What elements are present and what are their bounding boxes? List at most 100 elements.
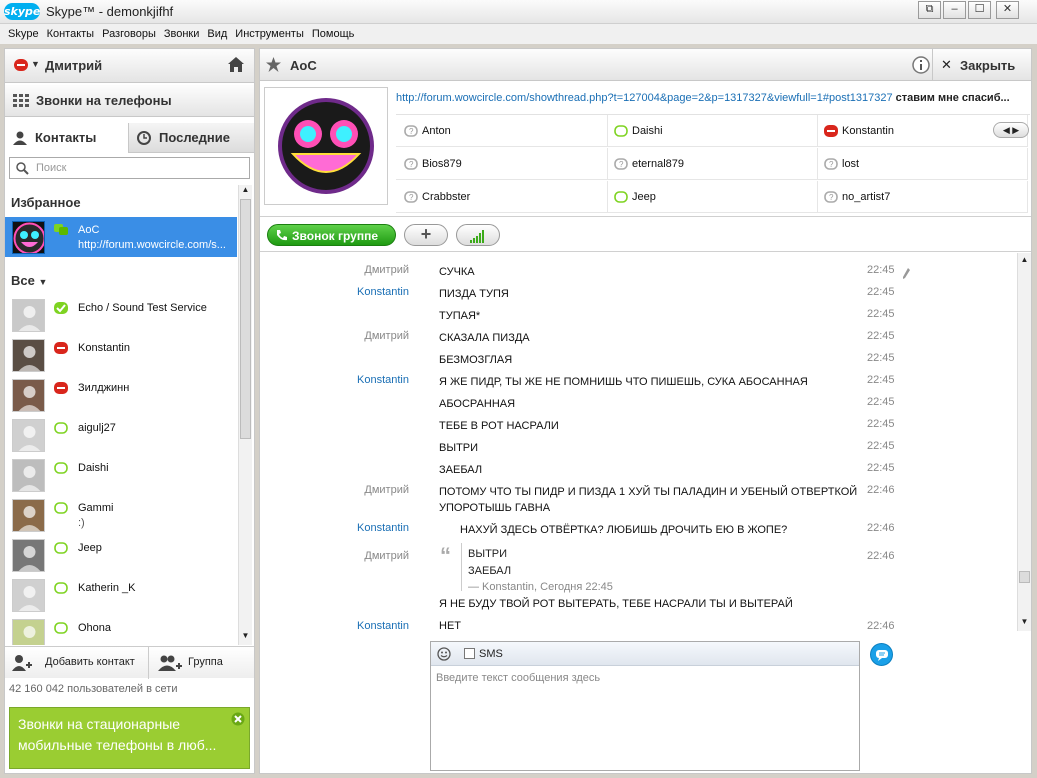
message-row: БЕЗМОЗГЛАЯ 22:45 <box>439 352 895 366</box>
participant-item[interactable]: ? eternal879 <box>606 148 818 180</box>
offline-status-icon: ? <box>824 158 838 170</box>
dialpad-icon <box>13 94 29 107</box>
close-window-button[interactable]: ✕ <box>996 1 1019 19</box>
contact-tabs: Контакты Последние <box>5 123 254 153</box>
call-quality-button[interactable] <box>456 224 500 246</box>
menu-view[interactable]: Вид <box>207 24 227 44</box>
participant-item[interactable]: Daishi <box>606 115 818 147</box>
participant-item[interactable]: ? Anton <box>396 115 608 147</box>
participant-item[interactable]: ? no_artist7 <box>816 181 1028 213</box>
contact-item[interactable]: Echo / Sound Test Service <box>5 295 237 335</box>
svg-text:?: ? <box>619 160 624 169</box>
message-row: Я НЕ БУДУ ТВОЙ РОТ ВЫТЕРАТЬ, ТЕБЕ НАСРАЛ… <box>439 598 793 610</box>
menu-contacts[interactable]: Контакты <box>47 24 95 44</box>
svg-text:?: ? <box>409 160 414 169</box>
group-avatar <box>264 87 388 205</box>
contact-item[interactable]: Ohona <box>5 615 237 645</box>
message-row: Дмитрий ПОТОМУ ЧТО ТЫ ПИДР И ПИЗДА 1 ХУЙ… <box>364 484 895 514</box>
scroll-up-icon[interactable]: ▲ <box>1019 255 1030 264</box>
send-button[interactable] <box>870 643 893 666</box>
promo-text: Звонки на стационарные мобильные телефон… <box>18 716 217 753</box>
message-row: ВЫТРИ 22:45 <box>439 440 895 454</box>
menu-help[interactable]: Помощь <box>312 24 355 44</box>
participant-pager[interactable]: ◀ ▶ <box>993 122 1029 138</box>
all-contacts-header[interactable]: Все ▼ <box>11 273 47 288</box>
scroll-up-icon[interactable]: ▲ <box>240 185 251 197</box>
window-title: Skype™ - demonkjifhf <box>46 4 174 19</box>
input-placeholder: Введите текст сообщения здесь <box>436 672 601 684</box>
call-group-button[interactable]: Звонок группе <box>267 224 396 246</box>
compact-view-icon[interactable]: ⧉ <box>918 1 941 19</box>
offline-status-icon <box>614 125 628 137</box>
participant-item[interactable]: ? Bios879 <box>396 148 608 180</box>
mood-text: ставим мне спасиб... <box>895 92 1010 104</box>
tab-contacts[interactable]: Контакты <box>5 123 129 153</box>
offline-status-icon <box>54 622 68 634</box>
chat-bubble-icon <box>876 650 888 661</box>
message-row: АБОСРАННАЯ 22:45 <box>439 396 895 410</box>
menu-skype[interactable]: Skype <box>8 24 39 44</box>
phone-calls-bar[interactable]: Звонки на телефоны <box>5 85 254 117</box>
scroll-down-icon[interactable]: ▼ <box>240 631 251 643</box>
menu-conversations[interactable]: Разговоры <box>102 24 156 44</box>
sms-checkbox[interactable] <box>464 648 475 659</box>
search-placeholder: Поиск <box>36 162 67 174</box>
busy-status-icon <box>824 125 838 137</box>
avatar <box>12 619 45 645</box>
star-icon[interactable] <box>266 57 281 72</box>
message-history: Дмитрий СУЧКА 22:45 Konstantin ПИЗДА ТУПЯ… <box>260 253 1017 631</box>
contact-item[interactable]: Katherin _K <box>5 575 237 615</box>
message-row: Konstantin НЕТ 22:46 <box>357 620 895 631</box>
offline-status-icon: ? <box>404 191 418 203</box>
contact-item[interactable]: aigulj27 <box>5 415 237 455</box>
close-chat-button[interactable]: ✕ Закрыть <box>932 49 1031 80</box>
info-icon[interactable] <box>912 56 930 74</box>
message-row: Konstantin Я ЖЕ ПИДР, ТЫ ЖЕ НЕ ПОМНИШЬ Ч… <box>357 374 895 388</box>
avatar <box>12 299 45 332</box>
favorite-aoc[interactable]: AoC http://forum.wowcircle.com/s... <box>5 217 237 257</box>
quote-icon: “ <box>440 543 451 568</box>
chat-title: AoC <box>290 58 317 73</box>
participant-item[interactable]: Jeep <box>606 181 818 213</box>
title-bar: skype Skype™ - demonkjifhf ⧉ ‒ ☐ ✕ <box>0 0 1037 24</box>
signal-icon <box>470 230 484 243</box>
add-contact-button[interactable]: Добавить контакт <box>5 647 149 679</box>
scroll-thumb[interactable] <box>1019 571 1030 583</box>
maximize-button[interactable]: ☐ <box>968 1 991 19</box>
edit-pencil-icon[interactable] <box>902 268 910 280</box>
participant-item[interactable]: ? Crabbster <box>396 181 608 213</box>
contact-list-scrollbar[interactable]: ▲ ▼ <box>238 185 252 645</box>
profile-name[interactable]: Дмитрий <box>45 58 102 73</box>
busy-status-icon[interactable] <box>13 58 29 72</box>
contact-item[interactable]: Konstantin <box>5 335 237 375</box>
chevron-down-icon[interactable]: ▼ <box>31 59 40 69</box>
contact-item[interactable]: Jeep <box>5 535 237 575</box>
scroll-down-icon[interactable]: ▼ <box>1019 617 1030 626</box>
online-count: 42 160 042 пользователей в сети <box>9 683 178 695</box>
menu-tools[interactable]: Инструменты <box>235 24 304 44</box>
contact-item[interactable]: Gammi :) <box>5 495 237 535</box>
emoticon-icon[interactable] <box>437 647 451 661</box>
minimize-button[interactable]: ‒ <box>943 1 966 19</box>
profile-bar[interactable]: ▼ Дмитрий <box>5 49 254 83</box>
svg-text:?: ? <box>409 127 414 136</box>
scroll-thumb[interactable] <box>240 199 251 439</box>
create-group-button[interactable]: Группа <box>150 647 254 679</box>
contact-item[interactable]: Daishi <box>5 455 237 495</box>
message-input[interactable]: SMS Введите текст сообщения здесь <box>430 641 860 771</box>
add-participant-button[interactable]: + <box>404 224 448 246</box>
participant-item[interactable]: ? lost <box>816 148 1028 180</box>
chat-scrollbar[interactable]: ▲ ▼ <box>1017 253 1031 631</box>
svg-text:?: ? <box>829 160 834 169</box>
mood-message: http://forum.wowcircle.com/showthread.ph… <box>396 85 1030 115</box>
tab-recent[interactable]: Последние <box>129 123 254 153</box>
home-icon[interactable] <box>227 56 245 73</box>
search-input[interactable]: Поиск <box>9 157 250 179</box>
phone-icon <box>277 230 287 241</box>
close-icon[interactable] <box>231 712 245 726</box>
promo-banner[interactable]: Звонки на стационарные мобильные телефон… <box>9 707 250 769</box>
person-icon <box>13 131 27 145</box>
contact-item[interactable]: Зилджинн <box>5 375 237 415</box>
mood-link[interactable]: http://forum.wowcircle.com/showthread.ph… <box>396 92 893 104</box>
menu-calls[interactable]: Звонки <box>164 24 200 44</box>
